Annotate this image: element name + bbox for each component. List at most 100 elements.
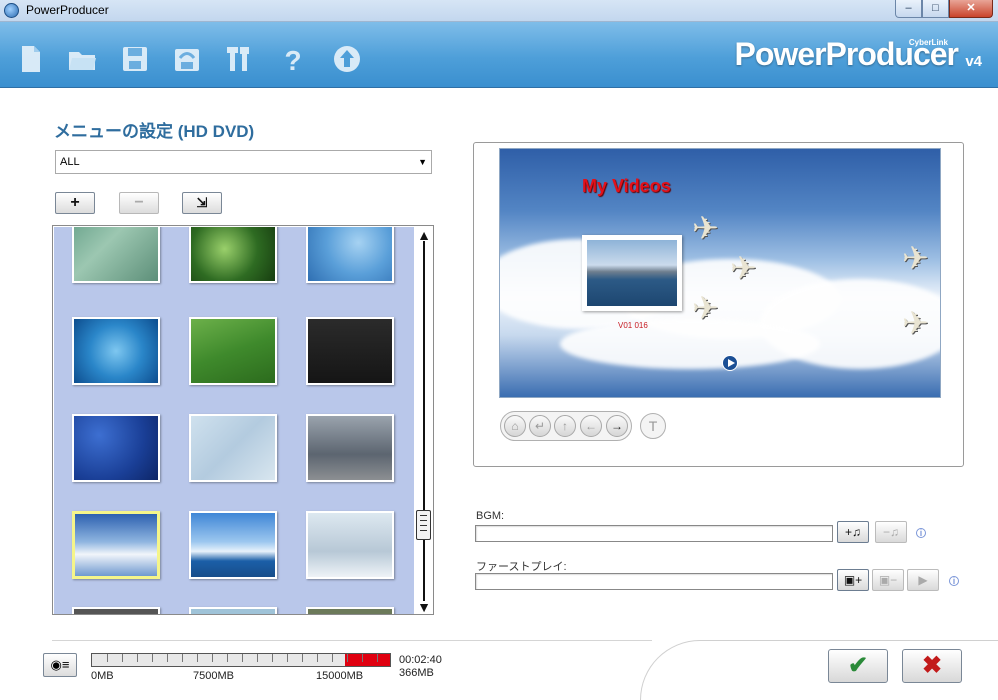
ok-button[interactable]: ✔ [828, 649, 888, 683]
up-arrow-icon[interactable]: ↑ [554, 415, 576, 437]
total-size: 366MB [399, 667, 434, 679]
template-thumb-map-sea[interactable] [189, 414, 277, 482]
previous-arrow-icon[interactable]: ← [580, 415, 602, 437]
app-icon [4, 3, 19, 18]
disc-capacity-bar [91, 653, 391, 667]
capacity-tick [137, 654, 138, 662]
save-as-icon[interactable] [172, 44, 202, 74]
template-filter-select[interactable]: ALL ▼ [55, 150, 432, 174]
remove-bgm-button[interactable]: −♫ [875, 521, 907, 543]
title-bar: PowerProducer – □ ✕ [0, 0, 998, 22]
preview-play-icon[interactable] [722, 355, 738, 371]
main-toolbar: ? CyberLink PowerProducer v4 [0, 22, 998, 88]
cancel-button[interactable]: ✖ [902, 649, 962, 683]
scroll-down-arrow-icon[interactable]: ▼ [417, 600, 431, 614]
next-arrow-icon[interactable]: → [606, 415, 628, 437]
preview-chapter-caption[interactable]: V01 016 [618, 321, 648, 330]
gallery-scrollbar[interactable]: ▲ ▼ [415, 227, 433, 614]
template-filter-value: ALL [60, 156, 80, 168]
scroll-up-arrow-icon[interactable]: ▲ [417, 228, 431, 242]
save-icon[interactable] [120, 44, 150, 74]
first-play-field[interactable] [475, 573, 833, 590]
add-template-button[interactable]: + [55, 192, 95, 214]
template-thumb-runner[interactable] [306, 227, 394, 283]
template-gallery: ▲ ▼ [52, 225, 434, 615]
template-thumb-snowman[interactable] [306, 511, 394, 579]
template-thumb-basketball[interactable] [72, 414, 160, 482]
window-controls: – □ ✕ [895, 0, 993, 18]
capacity-tick [167, 654, 168, 662]
import-template-button[interactable]: ⇲ [182, 192, 222, 214]
first-play-info-icon[interactable]: i [949, 576, 959, 586]
template-thumb-water[interactable] [72, 317, 160, 385]
template-thumb-dark-film[interactable] [306, 317, 394, 385]
text-edit-button[interactable]: T [640, 413, 666, 439]
template-thumb-green-pattern[interactable] [72, 227, 160, 283]
upgrade-icon[interactable] [332, 44, 362, 74]
menu-preview-panel: My Videos V01 016 ✈ ✈ ✈ ✈ ✈ ⌂ ↵ ↑ ← → T [473, 142, 964, 467]
capacity-tick [227, 654, 228, 662]
menu-navigation-buttons: ⌂ ↵ ↑ ← → [500, 411, 632, 441]
template-thumb-partial-1[interactable] [72, 607, 160, 614]
preview-chapter-thumbnail[interactable] [582, 235, 682, 311]
new-project-icon[interactable] [16, 44, 46, 74]
capacity-tick [332, 654, 333, 662]
menu-preview: My Videos V01 016 ✈ ✈ ✈ ✈ ✈ [499, 148, 941, 398]
capacity-tick [317, 654, 318, 662]
capacity-tick [362, 654, 363, 662]
bgm-info-icon[interactable]: i [916, 528, 926, 538]
template-thumb-sea-sky[interactable] [189, 511, 277, 579]
plane-icon: ✈ [902, 240, 929, 276]
capacity-tick [347, 654, 348, 662]
return-icon[interactable]: ↵ [529, 415, 551, 437]
open-folder-icon[interactable] [67, 44, 97, 74]
total-duration: 00:02:40 [399, 654, 442, 666]
add-bgm-button[interactable]: +♫ [837, 521, 869, 543]
maximize-button[interactable]: □ [922, 0, 949, 18]
capacity-label-mid: 7500MB [193, 670, 234, 682]
disc-icon: ◉≡ [50, 657, 70, 672]
chevron-down-icon: ▼ [418, 157, 427, 167]
template-thumb-leaves[interactable] [189, 227, 277, 283]
tools-icon[interactable] [224, 44, 254, 74]
capacity-tick [122, 654, 123, 662]
capacity-used-fill [345, 654, 390, 666]
close-button[interactable]: ✕ [949, 0, 993, 18]
template-thumb-partial-2[interactable] [189, 607, 277, 614]
svg-text:?: ? [284, 45, 301, 74]
capacity-tick [242, 654, 243, 662]
scroll-thumb[interactable] [416, 510, 431, 540]
capacity-tick [287, 654, 288, 662]
minimize-button[interactable]: – [895, 0, 922, 18]
add-first-play-button[interactable]: ▣+ [837, 569, 869, 591]
brand-logo: PowerProducer [734, 36, 959, 72]
plane-icon: ✈ [692, 290, 719, 326]
scroll-track[interactable] [423, 241, 425, 601]
window-title: PowerProducer [26, 3, 109, 17]
capacity-tick [272, 654, 273, 662]
home-icon[interactable]: ⌂ [504, 415, 526, 437]
template-thumb-clouds-planes[interactable] [72, 511, 160, 579]
remove-first-play-button[interactable]: ▣− [872, 569, 904, 591]
capacity-tick [302, 654, 303, 662]
help-icon[interactable]: ? [278, 44, 308, 76]
template-grid [54, 227, 414, 614]
plane-icon: ✈ [902, 305, 929, 341]
capacity-label-max: 15000MB [316, 670, 364, 682]
capacity-tick [182, 654, 183, 662]
capacity-tick [257, 654, 258, 662]
preview-menu-title[interactable]: My Videos [582, 176, 671, 197]
preview-first-play-button[interactable]: ▶ [907, 569, 939, 591]
brand-version: v4 [965, 53, 982, 70]
capacity-tick [377, 654, 378, 662]
disc-settings-button[interactable]: ◉≡ [43, 653, 77, 677]
capacity-tick [197, 654, 198, 662]
template-thumb-eiffel[interactable] [306, 414, 394, 482]
bgm-field[interactable] [475, 525, 833, 542]
capacity-label-min: 0MB [91, 670, 114, 682]
first-play-label: ファーストプレイ: [476, 561, 567, 573]
template-thumb-soccer[interactable] [189, 317, 277, 385]
page-title: メニューの設定 (HD DVD) [54, 122, 255, 141]
template-thumb-partial-3[interactable] [306, 607, 394, 614]
remove-template-button[interactable]: − [119, 192, 159, 214]
